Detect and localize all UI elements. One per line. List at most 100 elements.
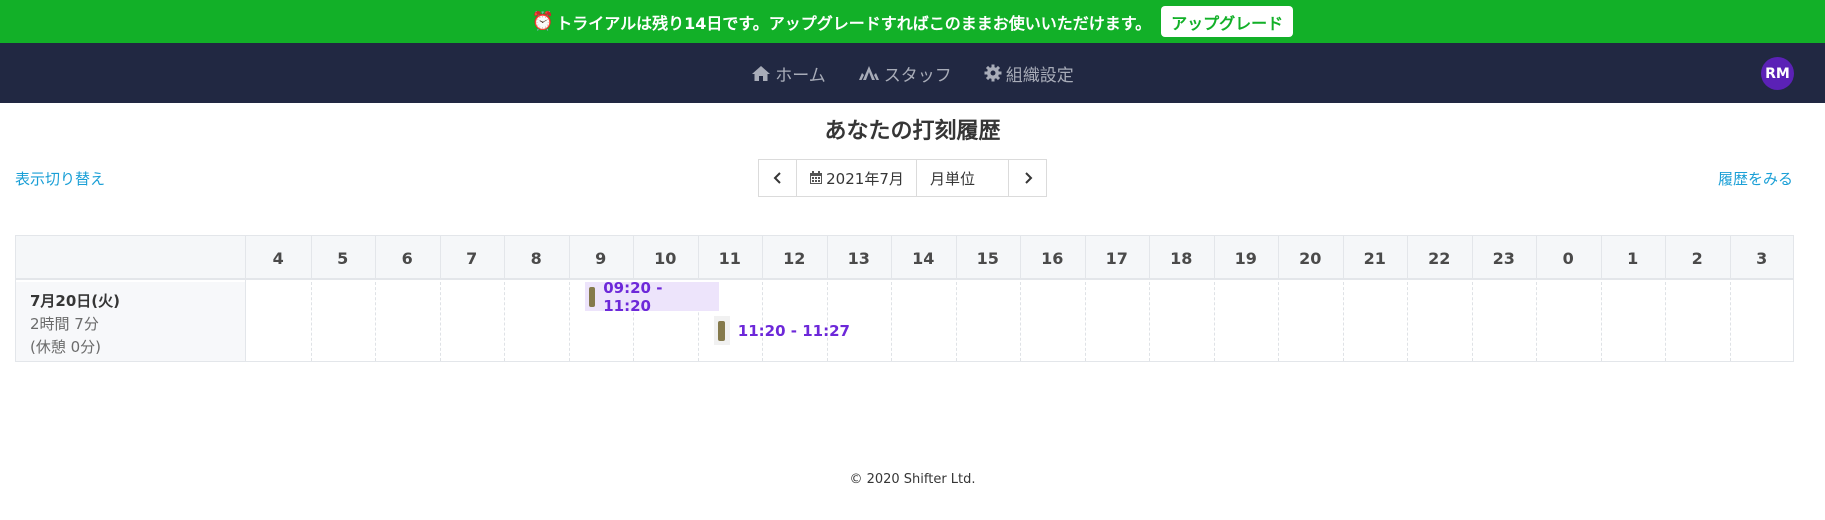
hour-gridline bbox=[1020, 282, 1021, 361]
hour-header: 3 bbox=[1756, 248, 1768, 268]
hour-header: 17 bbox=[1105, 248, 1128, 268]
home-icon bbox=[752, 65, 771, 81]
trial-message: トライアルは残り14日です。アップグレードすればこのままお使いいただけます。 bbox=[556, 13, 1152, 33]
hour-divider bbox=[1278, 236, 1279, 280]
hour-header: 13 bbox=[847, 248, 870, 268]
hour-header: 9 bbox=[595, 248, 607, 268]
hour-divider bbox=[1471, 236, 1473, 280]
unit-select[interactable]: 月単位 bbox=[916, 159, 1009, 197]
month-picker-button[interactable]: 2021年7月 bbox=[796, 159, 917, 197]
shift-time-label: 09:20 - 11:20 bbox=[603, 278, 663, 315]
nav-item-settings[interactable]: 組織設定 bbox=[984, 61, 1074, 86]
hour-header: 7 bbox=[466, 248, 478, 268]
nav-item-home[interactable]: ホーム bbox=[751, 61, 826, 86]
hour-header: 21 bbox=[1363, 248, 1386, 268]
row-date: 7月20日(火) bbox=[30, 292, 121, 310]
shift-entry[interactable]: 11:20 - 11:27 bbox=[713, 316, 850, 345]
hour-gridline bbox=[1278, 282, 1279, 361]
calendar-icon bbox=[810, 171, 823, 184]
hour-header: 20 bbox=[1299, 248, 1322, 268]
alarm-clock-icon: ⏰ bbox=[531, 11, 555, 32]
shift-entry[interactable]: 09:20 - 11:20 bbox=[584, 279, 719, 315]
row-duration: 2時間 7分 bbox=[30, 315, 99, 333]
hour-gridline bbox=[504, 282, 505, 361]
shift-marker-bar bbox=[718, 320, 726, 341]
hour-header: 16 bbox=[1041, 248, 1064, 268]
view-history-link[interactable]: 履歴をみる bbox=[1718, 168, 1793, 189]
hour-divider bbox=[1665, 236, 1666, 280]
footer-copyright: © 2020 Shifter Ltd. bbox=[849, 472, 976, 487]
row-label: 7月20日(火) 2時間 7分 (休憩 0分) bbox=[30, 290, 120, 359]
hour-header: 10 bbox=[654, 248, 677, 268]
hour-gridline bbox=[1600, 282, 1602, 361]
hour-gridline bbox=[1471, 282, 1473, 361]
hour-header: 18 bbox=[1170, 248, 1193, 268]
hour-gridline bbox=[1084, 282, 1086, 361]
hour-divider bbox=[1342, 236, 1344, 280]
hour-divider bbox=[1213, 236, 1215, 280]
staff-icon bbox=[858, 65, 879, 80]
hour-header: 6 bbox=[401, 248, 413, 268]
timeline-grid: 7月20日(火) 2時間 7分 (休憩 0分) 4 5 6 7 8 9 10 11 12 13 14… bbox=[15, 235, 1794, 362]
hour-divider bbox=[504, 236, 505, 280]
hour-gridline bbox=[439, 282, 441, 361]
hour-header: 4 bbox=[272, 248, 284, 268]
chevron-right-icon bbox=[1024, 172, 1032, 184]
hour-divider bbox=[1729, 236, 1731, 280]
hour-header: 15 bbox=[976, 248, 999, 268]
hour-divider bbox=[1600, 236, 1602, 280]
next-period-button[interactable] bbox=[1008, 159, 1047, 197]
hour-gridline bbox=[1342, 282, 1344, 361]
hour-header: 11 bbox=[718, 248, 741, 268]
avatar[interactable]: RM bbox=[1761, 57, 1794, 90]
nav-item-label: 組織設定 bbox=[1005, 65, 1074, 86]
hour-header: 8 bbox=[530, 248, 542, 268]
hour-gridline bbox=[375, 282, 376, 361]
hour-divider bbox=[568, 236, 570, 280]
hour-gridline bbox=[1665, 282, 1666, 361]
hour-header: 0 bbox=[1562, 248, 1574, 268]
shift-marker bbox=[713, 316, 730, 345]
shift-marker bbox=[588, 286, 596, 307]
view-toggle-link[interactable]: 表示切り替え bbox=[15, 168, 105, 189]
upgrade-button[interactable]: アップグレード bbox=[1161, 6, 1294, 37]
hour-gridline bbox=[568, 282, 570, 361]
hour-gridline bbox=[955, 282, 957, 361]
hour-divider bbox=[375, 236, 376, 280]
hour-gridline bbox=[1213, 282, 1215, 361]
hour-header: 12 bbox=[783, 248, 806, 268]
hour-gridline bbox=[1729, 282, 1731, 361]
controls-bar: 表示切り替え 2021年7月 月単位 履歴をみる bbox=[0, 147, 1825, 215]
hour-header: 23 bbox=[1492, 248, 1515, 268]
hour-gridline bbox=[1407, 282, 1408, 361]
row-break: (休憩 0分) bbox=[30, 338, 102, 356]
hour-divider bbox=[1536, 236, 1537, 280]
hour-divider bbox=[310, 236, 312, 280]
hour-divider bbox=[633, 236, 634, 280]
hour-divider bbox=[697, 236, 699, 280]
hour-divider bbox=[1149, 236, 1150, 280]
hour-divider bbox=[955, 236, 957, 280]
hour-header: 14 bbox=[912, 248, 935, 268]
hour-divider bbox=[1407, 236, 1408, 280]
prev-period-button[interactable] bbox=[758, 159, 797, 197]
hour-divider bbox=[826, 236, 828, 280]
hour-header: 22 bbox=[1428, 248, 1451, 268]
hour-divider bbox=[1020, 236, 1021, 280]
hour-gridline bbox=[1149, 282, 1150, 361]
hour-header: 2 bbox=[1691, 248, 1703, 268]
hour-divider bbox=[1084, 236, 1086, 280]
hour-header: 1 bbox=[1627, 248, 1639, 268]
page-title: あなたの打刻履歴 bbox=[824, 119, 1001, 144]
nav-item-staff[interactable]: スタッフ bbox=[858, 61, 952, 86]
gear-icon bbox=[984, 64, 1002, 82]
period-navigator: 2021年7月 月単位 bbox=[758, 159, 1047, 197]
trial-banner: ⏰ トライアルは残り14日です。アップグレードすればこのままお使いいただけます。… bbox=[0, 0, 1825, 43]
shift-time-label: 11:20 - 11:27 bbox=[737, 321, 850, 340]
hour-divider bbox=[439, 236, 441, 280]
month-label: 2021年7月 bbox=[826, 169, 904, 188]
navbar: ホーム スタッフ 組織設定 RM bbox=[0, 43, 1825, 103]
hour-divider bbox=[891, 236, 892, 280]
nav-item-label: スタッフ bbox=[883, 65, 952, 86]
hour-header: 5 bbox=[337, 248, 349, 268]
